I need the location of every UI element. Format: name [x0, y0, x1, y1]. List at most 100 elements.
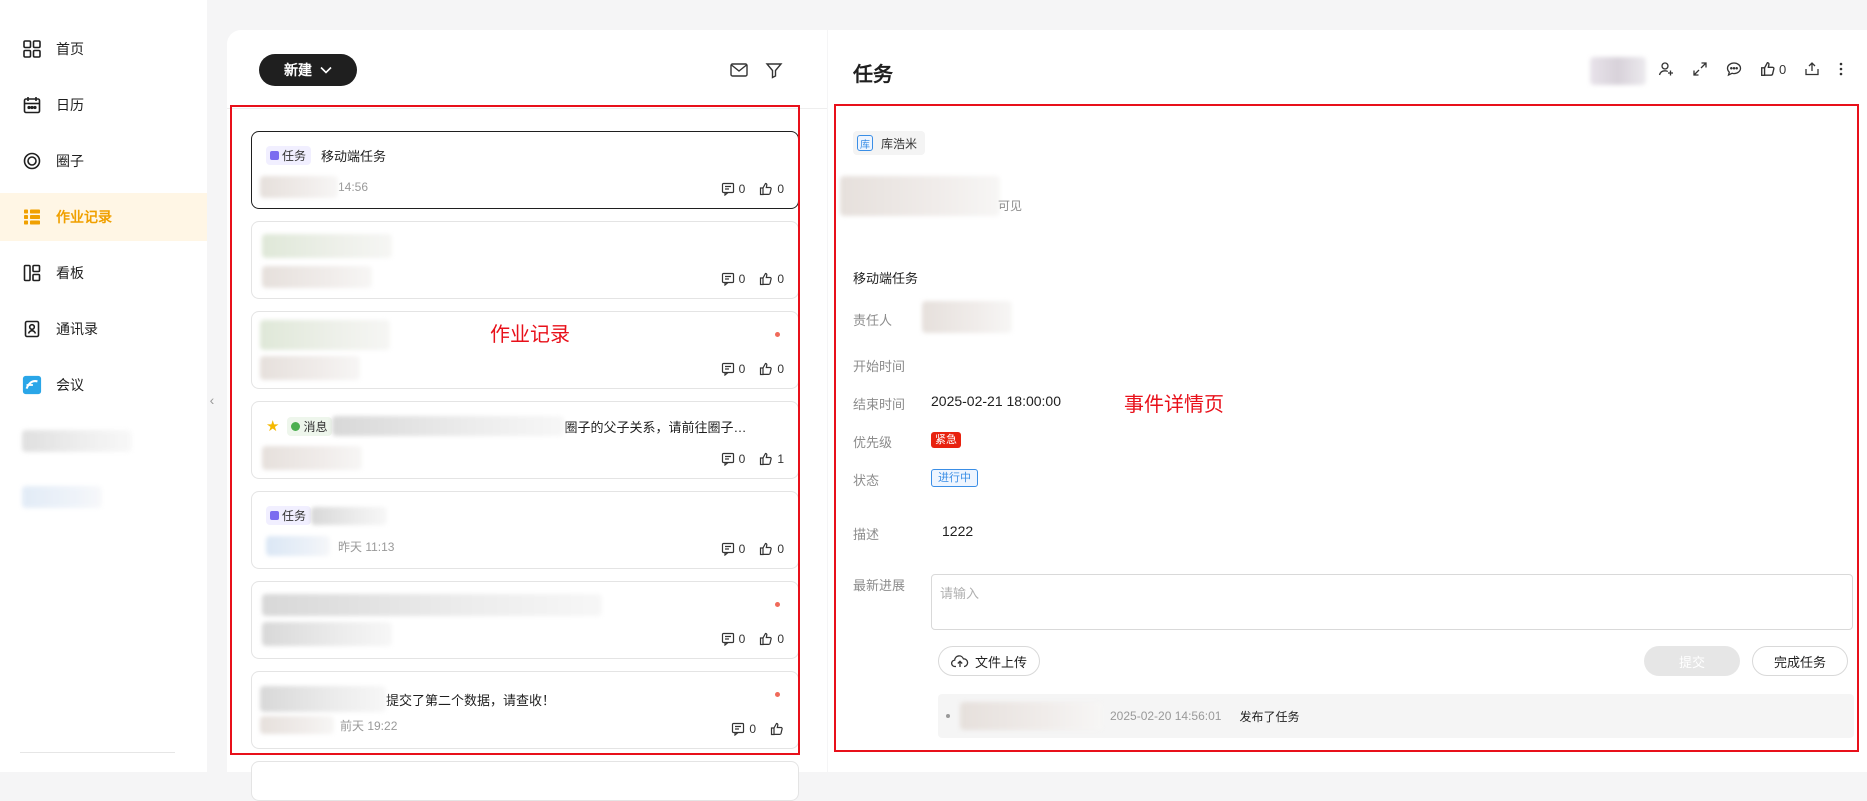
- comment-icon[interactable]: [721, 182, 735, 196]
- blurred-avatar: [262, 446, 362, 470]
- comment-count: 0: [738, 542, 746, 556]
- list-item[interactable]: 提交了第二个数据，请查收！ 前天 19:22 0: [251, 671, 799, 749]
- priority-label: 优先级: [853, 435, 893, 450]
- blurred-content: [311, 506, 388, 525]
- blurred-avatar: [260, 176, 338, 198]
- activity-action: 发布了任务: [1239, 709, 1300, 724]
- blurred-content: [332, 416, 565, 436]
- like-icon[interactable]: [759, 182, 773, 196]
- contacts-icon: [22, 319, 42, 339]
- comment-icon[interactable]: [721, 632, 735, 646]
- chevron-down-icon: [320, 66, 332, 74]
- comment-icon[interactable]: [731, 722, 745, 736]
- list-item[interactable]: 0 0: [251, 581, 799, 659]
- collapse-sidebar-icon[interactable]: ‹: [205, 388, 219, 412]
- comment-icon[interactable]: [721, 272, 735, 286]
- detail-title: 任务: [853, 64, 893, 86]
- priority-badge[interactable]: 紧急: [931, 432, 961, 448]
- message-icon: [291, 421, 301, 431]
- calendar-icon: [22, 95, 42, 115]
- unread-dot: [775, 602, 780, 607]
- list-item[interactable]: ★ 消息 圈子的父子关系，请前往圈子… 0 1: [251, 401, 799, 479]
- card-time: 昨天 11:13: [338, 539, 395, 554]
- blurred-user: [960, 702, 1102, 730]
- card-title: 提交了第二个数据，请查收！: [386, 692, 556, 708]
- new-button[interactable]: 新建: [259, 54, 357, 86]
- like-icon[interactable]: [770, 722, 784, 736]
- description-value[interactable]: 1222: [942, 523, 973, 539]
- card-title: 圈子的父子关系，请前往圈子…: [564, 419, 747, 435]
- list-item[interactable]: 任务 昨天 11:13 0 0: [251, 491, 799, 569]
- like-icon[interactable]: [759, 452, 773, 466]
- sidebar-item-label: 日历: [56, 97, 84, 113]
- status-badge[interactable]: 进行中: [931, 469, 978, 487]
- bullet-dot: [946, 714, 950, 718]
- sidebar-item-calendar[interactable]: 日历: [0, 81, 207, 129]
- sidebar-item-meeting[interactable]: 会议: [0, 361, 207, 409]
- like-icon[interactable]: [759, 632, 773, 646]
- blurred-content: [262, 622, 392, 646]
- annotation-label-list: 作业记录: [490, 324, 570, 346]
- like-count: 1: [777, 452, 784, 466]
- blurred-content: [260, 320, 390, 350]
- activity-time: 2025-02-20 14:56:01: [1110, 709, 1222, 723]
- file-upload-button[interactable]: 文件上传: [938, 646, 1041, 676]
- card-time: 14:56: [338, 180, 369, 194]
- library-chip[interactable]: 库 库浩米: [853, 131, 926, 155]
- add-member-icon[interactable]: [1658, 61, 1674, 77]
- complete-task-button[interactable]: 完成任务: [1752, 646, 1848, 676]
- list-item[interactable]: [251, 761, 799, 801]
- sidebar-item-blurred-2[interactable]: [0, 473, 207, 521]
- blurred-avatar-group[interactable]: [1590, 57, 1646, 85]
- sidebar-divider: [20, 752, 175, 753]
- blurred-owner[interactable]: [922, 301, 1012, 333]
- sidebar-item-board[interactable]: 看板: [0, 249, 207, 297]
- comment-icon[interactable]: [721, 362, 735, 376]
- blurred-content: [262, 234, 392, 258]
- like-count: 0: [777, 362, 784, 376]
- sidebar-item-blurred-1[interactable]: [0, 417, 207, 465]
- expand-icon[interactable]: [1692, 61, 1708, 77]
- new-button-label: 新建: [284, 62, 312, 78]
- card-time: 前天 19:22: [340, 718, 398, 733]
- description-label: 描述: [853, 527, 880, 542]
- like-icon[interactable]: [759, 272, 773, 286]
- mail-icon[interactable]: [729, 60, 749, 80]
- tag-label: 任务: [282, 149, 307, 163]
- sidebar-item-home[interactable]: 首页: [0, 25, 207, 73]
- blurred-content: [262, 594, 602, 616]
- list-item[interactable]: 0 0: [251, 221, 799, 299]
- sidebar-item-label: 会议: [56, 377, 84, 393]
- sidebar-item-label: 圈子: [56, 153, 84, 169]
- comment-count: 0: [738, 632, 746, 646]
- comment-icon[interactable]: [721, 452, 735, 466]
- tag-label: 任务: [282, 509, 307, 523]
- like-count: 0: [777, 272, 784, 286]
- file-upload-label: 文件上传: [975, 654, 1028, 670]
- latest-progress-input[interactable]: [931, 574, 1853, 630]
- filter-icon[interactable]: [764, 60, 784, 80]
- like-icon[interactable]: [759, 362, 773, 376]
- like-count: 0: [1779, 61, 1787, 77]
- star-icon[interactable]: ★: [266, 417, 279, 435]
- like-button[interactable]: 0: [1760, 61, 1786, 77]
- submit-button[interactable]: 提交: [1644, 646, 1740, 676]
- share-icon[interactable]: [1804, 61, 1820, 77]
- more-icon[interactable]: [1838, 61, 1844, 77]
- cloud-upload-icon: [951, 655, 969, 668]
- sidebar-item-contacts[interactable]: 通讯录: [0, 305, 207, 353]
- list-item[interactable]: 任务 移动端任务 14:56 0 0: [251, 131, 799, 209]
- library-chip-label: 库浩米: [881, 136, 918, 151]
- end-time-value[interactable]: 2025-02-21 18:00:00: [931, 393, 1061, 409]
- latest-progress-label: 最新进展: [853, 578, 906, 593]
- blurred-avatar: [260, 716, 334, 734]
- sidebar-item-work-records[interactable]: 作业记录: [0, 193, 207, 241]
- like-icon: [1761, 62, 1775, 76]
- like-count: 0: [777, 542, 784, 556]
- work-record-list-panel: 新建 任务 移动端任务 14:56 0 0 0 0 0 0 ★ 消息 圈子的父子…: [227, 30, 827, 801]
- comment-icon[interactable]: [1726, 61, 1742, 77]
- sidebar-item-circle[interactable]: 圈子: [0, 137, 207, 185]
- like-icon[interactable]: [759, 542, 773, 556]
- comment-icon[interactable]: [721, 542, 735, 556]
- task-name: 移动端任务: [853, 271, 919, 286]
